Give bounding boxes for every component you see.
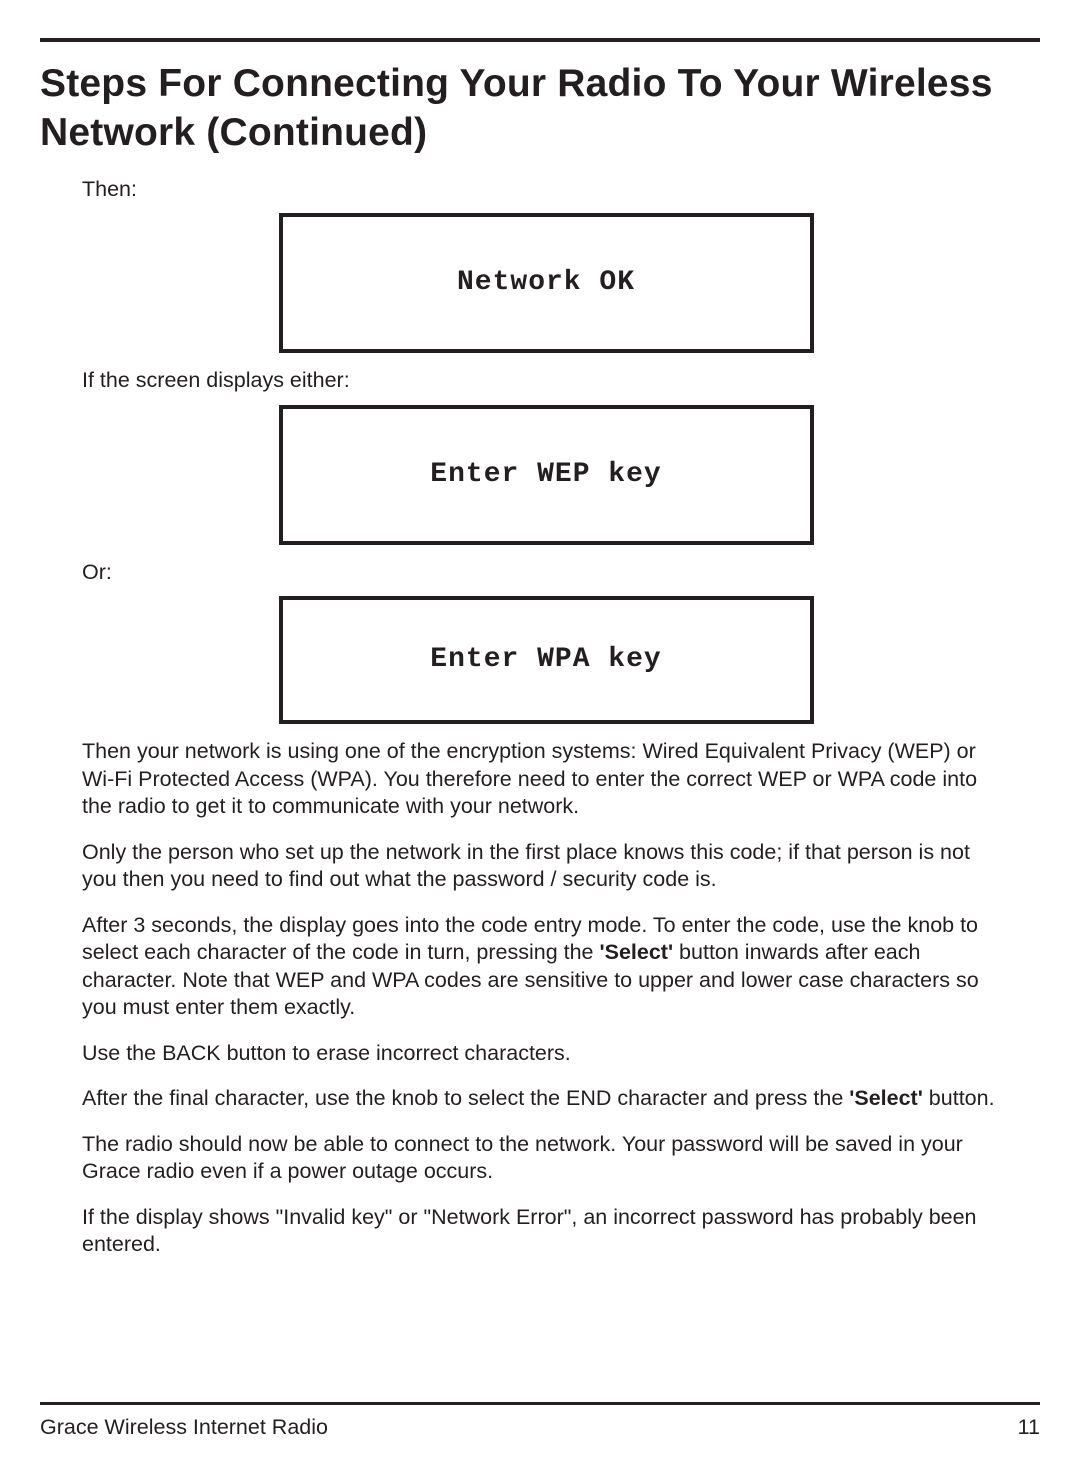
text-span: button. <box>923 1086 995 1110</box>
or-label: Or: <box>82 559 1010 587</box>
footer-horizontal-rule <box>40 1402 1040 1405</box>
page-number: 11 <box>1018 1415 1040 1440</box>
page-footer: Grace Wireless Internet Radio 11 <box>40 1402 1040 1440</box>
lcd-text: Enter WEP key <box>430 457 661 493</box>
paragraph-invalid-key: If the display shows "Invalid key" or "N… <box>82 1204 1010 1259</box>
paragraph-who-knows-code: Only the person who set up the network i… <box>82 839 1010 894</box>
select-button-label: 'Select' <box>849 1086 923 1110</box>
lcd-display-wep: Enter WEP key <box>279 405 814 545</box>
lcd-text: Network OK <box>457 265 635 301</box>
paragraph-code-entry: After 3 seconds, the display goes into t… <box>82 912 1010 1022</box>
paragraph-encryption: Then your network is using one of the en… <box>82 738 1010 821</box>
lcd-display-network-ok: Network OK <box>279 213 814 353</box>
select-button-label: 'Select' <box>600 940 674 964</box>
page-title: Steps For Connecting Your Radio To Your … <box>40 60 1040 158</box>
then-label: Then: <box>82 176 1010 204</box>
footer-product-name: Grace Wireless Internet Radio <box>40 1415 328 1440</box>
lcd-text: Enter WPA key <box>430 642 661 678</box>
paragraph-back-button: Use the BACK button to erase incorrect c… <box>82 1040 1010 1068</box>
body-content: Then: Network OK If the screen displays … <box>82 176 1010 1259</box>
if-displays-label: If the screen displays either: <box>82 367 1010 395</box>
text-span: After the final character, use the knob … <box>82 1086 849 1110</box>
footer-row: Grace Wireless Internet Radio 11 <box>40 1415 1040 1440</box>
top-horizontal-rule <box>40 38 1040 42</box>
lcd-display-wpa: Enter WPA key <box>279 596 814 724</box>
paragraph-connect: The radio should now be able to connect … <box>82 1131 1010 1186</box>
paragraph-final-character: After the final character, use the knob … <box>82 1085 1010 1113</box>
